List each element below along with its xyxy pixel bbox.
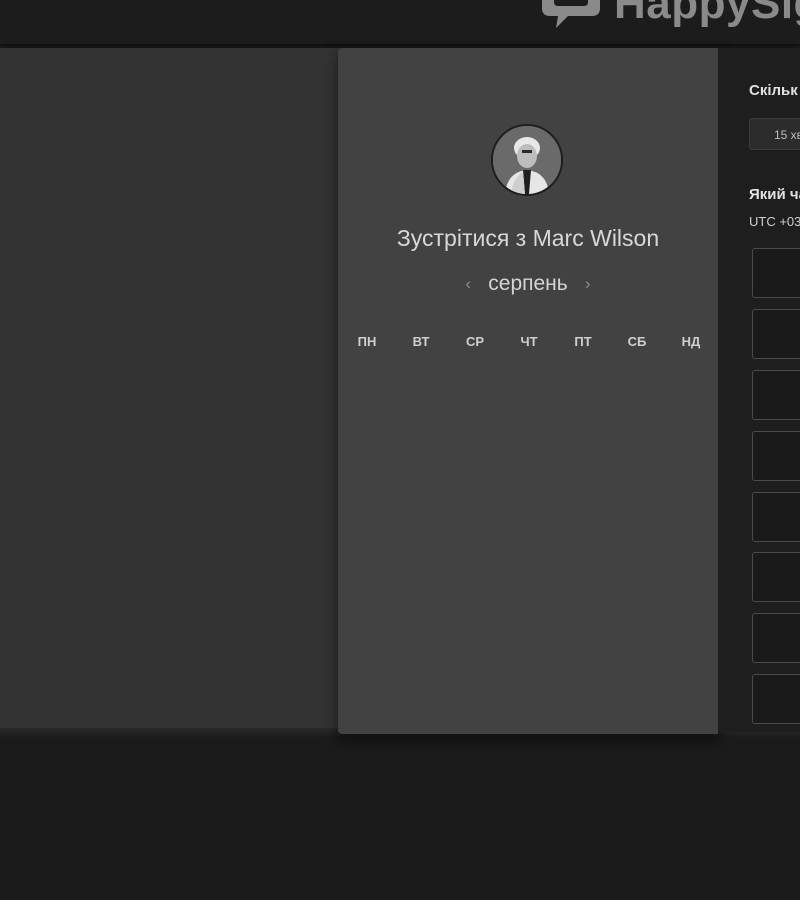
logo[interactable]: HappySig [538, 0, 800, 30]
page-backdrop [0, 48, 340, 728]
duration-question: Скільк [749, 82, 798, 99]
booking-card: Зустрітися з Marc Wilson ‹ серпень › ПН … [338, 48, 718, 734]
time-slot[interactable] [752, 674, 800, 724]
weekday-fri: ПТ [574, 334, 592, 349]
time-slot[interactable] [752, 248, 800, 298]
meeting-title: Зустрітися з Marc Wilson [396, 225, 660, 251]
weekday-thu: ЧТ [520, 334, 538, 349]
duration-option-15[interactable]: 15 хв [749, 118, 800, 150]
month-navigator: ‹ серпень › [338, 272, 718, 296]
chevron-right-icon[interactable]: › [578, 272, 598, 296]
time-question: Який ча [749, 186, 800, 203]
time-slot[interactable] [752, 552, 800, 602]
chevron-left-icon[interactable]: ‹ [458, 272, 478, 296]
top-header: HappySig [0, 0, 800, 44]
weekday-mon: ПН [357, 334, 377, 349]
time-slot[interactable] [752, 613, 800, 663]
time-slot[interactable] [752, 492, 800, 542]
time-slot[interactable] [752, 370, 800, 420]
logo-bubble-icon [538, 0, 604, 30]
logo-text: HappySig [614, 0, 800, 28]
weekday-header: ПН ВТ СР ЧТ ПТ СБ НД [340, 334, 718, 349]
weekday-sun: НД [681, 334, 701, 349]
timezone-label: UTC +03 [749, 214, 800, 229]
current-month: серпень [488, 272, 568, 295]
weekday-tue: ВТ [412, 334, 430, 349]
time-selection-panel: Скільк 15 хв Який ча UTC +03 [718, 48, 800, 732]
host-avatar [491, 124, 563, 196]
weekday-wed: СР [465, 334, 485, 349]
time-slot[interactable] [752, 431, 800, 481]
time-slot[interactable] [752, 309, 800, 359]
weekday-sat: СБ [627, 334, 647, 349]
